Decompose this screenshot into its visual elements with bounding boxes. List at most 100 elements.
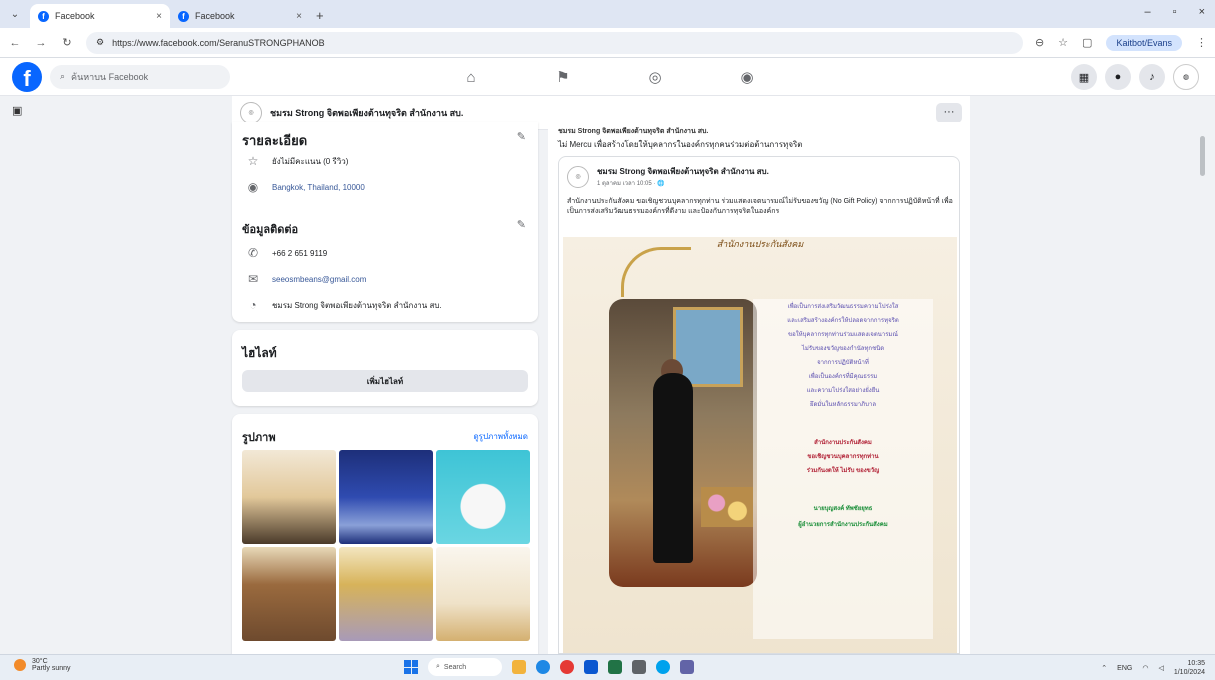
menu-grid-icon[interactable]: ▦ xyxy=(1071,64,1097,90)
facebook-logo-icon[interactable]: f xyxy=(12,61,42,92)
maximize-icon[interactable]: ▫ xyxy=(1173,6,1177,18)
url-text: https://www.facebook.com/SeranuSTRONGPHA… xyxy=(112,37,325,48)
photo-thumbnail[interactable] xyxy=(242,450,336,544)
poster-text-panel: เพื่อเป็นการส่งเสริมวัฒนธรรมความโปร่งใส … xyxy=(753,299,933,639)
facebook-search-input[interactable]: ⌕ ค้นหาบน Facebook xyxy=(50,64,230,89)
tab-search-icon[interactable]: ⌄ xyxy=(4,4,26,24)
post-text-line: ไม่ Mercu เพื่อสร้างโดยให้บุคลากรในองค์ก… xyxy=(558,140,803,149)
close-window-icon[interactable]: × xyxy=(1199,6,1205,18)
email-text[interactable]: seeosmbeans@gmail.com xyxy=(272,275,366,284)
downloads-icon[interactable]: ▢ xyxy=(1082,36,1092,49)
person-figure xyxy=(653,373,693,563)
chrome-icon[interactable] xyxy=(560,660,574,674)
marketplace-icon[interactable]: ◎ xyxy=(644,68,666,86)
browser-tabstrip: ⌄ f Facebook × f Facebook × + – ▫ × xyxy=(0,0,1215,28)
see-all-photos-link[interactable]: ดูรูปภาพทั้งหมด xyxy=(473,430,528,443)
clock-date: 1/10/2024 xyxy=(1173,669,1205,676)
about-card: รายละเอียด ✎ ☆ ยังไม่มีคะแนน (0 รีวิว) ◉… xyxy=(232,122,538,322)
more-options-button[interactable]: ··· xyxy=(936,102,962,123)
volume-icon[interactable]: ◁ xyxy=(1158,664,1163,672)
shared-page-avatar[interactable]: ◎ xyxy=(567,165,589,188)
tab-title: Facebook xyxy=(195,11,235,21)
shared-page-name[interactable]: ชมรม Strong จิตพอเพียงต้านทุจริต สำนักงา… xyxy=(597,165,769,178)
taskbar-search-input[interactable]: ⌕ Search xyxy=(428,658,502,676)
weather-widget[interactable]: 30°C Partly sunny xyxy=(14,658,71,672)
poster-line: เพื่อเป็นการส่งเสริมวัฒนธรรมความโปร่งใส xyxy=(787,304,899,310)
forward-icon[interactable]: → xyxy=(34,37,48,49)
page-title[interactable]: ชมรม Strong จิตพอเพียงต้านทุจริต สำนักงา… xyxy=(270,106,928,120)
about-title: รายละเอียด xyxy=(242,133,308,148)
photos-card: รูปภาพ ดูรูปภาพทั้งหมด xyxy=(232,414,538,654)
profile-button[interactable]: Kaitbot/Evans xyxy=(1106,34,1182,51)
email-icon: ✉ xyxy=(247,272,259,286)
poster-line: ยึดมั่นในหลักธรรมาภิบาล xyxy=(809,402,876,408)
poster-line: และความโปร่งใสอย่างยั่งยืน xyxy=(806,388,880,394)
wifi-icon[interactable]: ◠ xyxy=(1142,664,1148,672)
reload-icon[interactable]: ↻ xyxy=(60,36,74,49)
shared-post[interactable]: ◎ ชมรม Strong จิตพอเพียงต้านทุจริต สำนัก… xyxy=(558,156,960,654)
excel-icon[interactable] xyxy=(608,660,622,674)
highlights-card: ไฮไลท์ เพิ่มไฮไลท์ xyxy=(232,330,538,406)
photo-thumbnail[interactable] xyxy=(242,547,336,641)
account-avatar[interactable]: ◍ xyxy=(1173,64,1199,90)
poster-red-line: สำนักงานประกันสังคม xyxy=(814,440,872,446)
site-info-icon[interactable]: ⚙ xyxy=(96,37,104,48)
info-row-email[interactable]: ✉ seeosmbeans@gmail.com xyxy=(246,272,366,286)
store-icon[interactable] xyxy=(632,660,646,674)
poster-red-line: ขอเชิญชวนบุคลากรทุกท่าน xyxy=(807,454,879,460)
shared-post-text: สำนักงานประกันสังคม ขอเชิญชวนบุคลากรทุกท… xyxy=(567,198,953,215)
close-icon[interactable]: × xyxy=(156,11,162,22)
poster-photo xyxy=(609,299,757,587)
facebook-favicon-icon: f xyxy=(178,10,189,22)
file-explorer-icon[interactable] xyxy=(512,660,526,674)
browser-tab-1[interactable]: f Facebook × xyxy=(30,4,170,28)
teams-icon[interactable] xyxy=(680,660,694,674)
home-icon[interactable]: ⌂ xyxy=(460,69,482,86)
weather-temp: 30°C xyxy=(32,658,48,665)
messenger-icon[interactable]: ● xyxy=(1105,64,1131,90)
weather-desc: Partly sunny xyxy=(32,665,71,672)
app-icon[interactable] xyxy=(656,660,670,674)
edit-pencil-icon[interactable]: ✎ xyxy=(517,130,526,143)
post-author-line: ชมรม Strong จิตพอเพียงต้านทุจริต สำนักงา… xyxy=(558,128,709,135)
edge-icon[interactable] xyxy=(536,660,550,674)
gaming-icon[interactable]: ◉ xyxy=(736,68,758,86)
lang-indicator[interactable]: ENG xyxy=(1117,665,1132,672)
scrollbar-thumb[interactable] xyxy=(1200,136,1205,176)
sun-icon xyxy=(14,659,26,671)
zoom-icon[interactable]: ⊖ xyxy=(1035,36,1044,49)
add-highlight-button[interactable]: เพิ่มไฮไลท์ xyxy=(242,370,528,392)
menu-kebab-icon[interactable]: ⋮ xyxy=(1196,36,1207,49)
messenger-text[interactable]: ชมรม Strong จิตพอเพียงต้านทุจริต สำนักงา… xyxy=(272,299,442,312)
sidebar-toggle-icon[interactable]: ▣ xyxy=(12,104,22,117)
browser-tab-2[interactable]: f Facebook × xyxy=(170,4,310,28)
phone-text: +66 2 651 9119 xyxy=(272,248,328,258)
info-row-messenger[interactable]: ◔ ชมรม Strong จิตพอเพียงต้านทุจริต สำนัก… xyxy=(246,298,442,312)
info-row-location[interactable]: ◉ Bangkok, Thailand, 10000 xyxy=(246,180,365,194)
windows-start-icon[interactable] xyxy=(404,660,418,674)
close-icon[interactable]: × xyxy=(296,11,302,22)
poster-image[interactable]: สำนักงานประกันสังคม เพื่อเป็นการส่งเสริม… xyxy=(563,237,957,653)
poster-green-line: นายบุญสงค์ ทัพชัยยุทธ xyxy=(813,506,873,512)
new-tab-icon[interactable]: + xyxy=(316,8,324,23)
poster-line: และเสริมสร้างองค์กรให้ปลอดจากการทุจริต xyxy=(787,318,899,324)
notifications-bell-icon[interactable]: ♪ xyxy=(1139,64,1165,90)
page-scrollbar[interactable] xyxy=(1199,96,1207,654)
back-icon[interactable]: ← xyxy=(8,37,22,49)
poster-red-line: ร่วมกันงดให้ ไม่รับ ของขวัญ xyxy=(806,468,880,474)
photo-thumbnail[interactable] xyxy=(436,547,530,641)
photo-thumbnail[interactable] xyxy=(436,450,530,544)
word-icon[interactable] xyxy=(584,660,598,674)
clock[interactable]: 10:35 1/10/2024 xyxy=(1174,659,1205,677)
minimize-icon[interactable]: – xyxy=(1145,6,1151,18)
search-icon: ⌕ xyxy=(436,663,440,670)
photo-thumbnail[interactable] xyxy=(339,547,433,641)
pages-icon[interactable]: ⚑ xyxy=(552,68,574,86)
url-input[interactable]: ⚙ https://www.facebook.com/SeranuSTRONGP… xyxy=(86,31,1023,54)
location-text[interactable]: Bangkok, Thailand, 10000 xyxy=(272,183,365,192)
chevron-up-icon[interactable]: ⌃ xyxy=(1101,664,1107,672)
edit-pencil-icon[interactable]: ✎ xyxy=(517,218,526,231)
page-avatar[interactable]: ◎ xyxy=(240,101,262,124)
photo-thumbnail[interactable] xyxy=(339,450,433,544)
bookmark-star-icon[interactable]: ☆ xyxy=(1058,36,1068,49)
